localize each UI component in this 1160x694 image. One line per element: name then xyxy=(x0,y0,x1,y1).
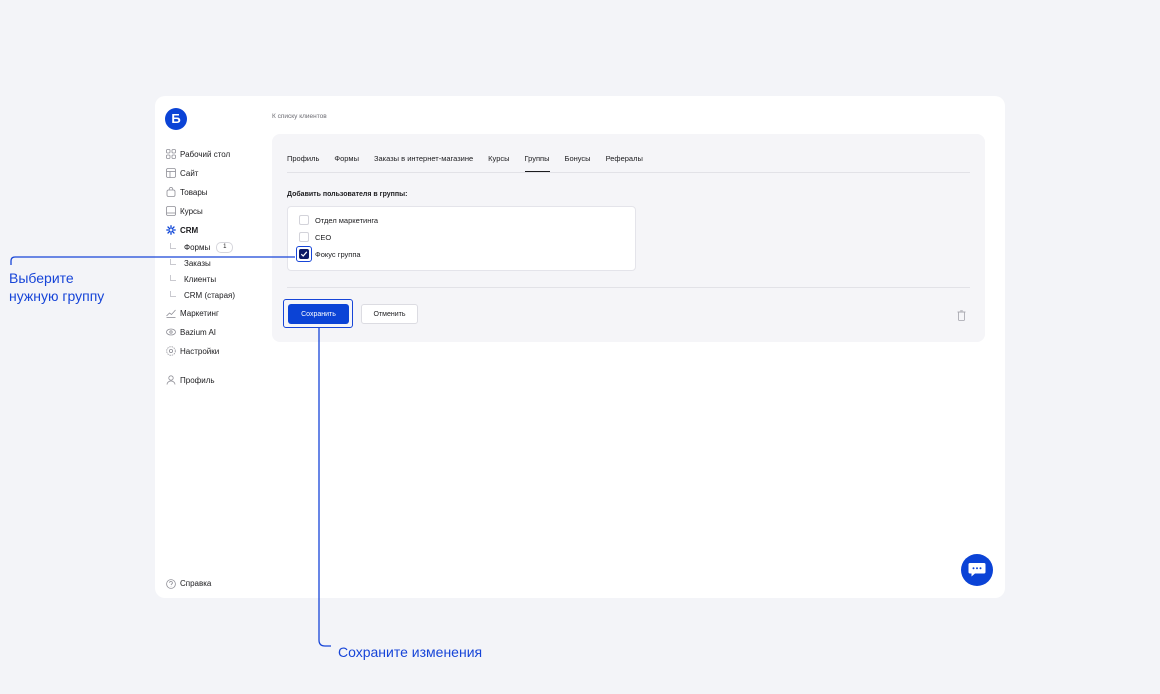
annotation-line: нужную группу xyxy=(9,288,105,304)
annotation-save-changes: Сохраните изменения xyxy=(338,644,483,660)
annotation-select-group: Выберите нужную группу xyxy=(9,269,104,305)
annotation-line: Выберите xyxy=(9,270,74,286)
annotation-lines xyxy=(10,256,331,647)
